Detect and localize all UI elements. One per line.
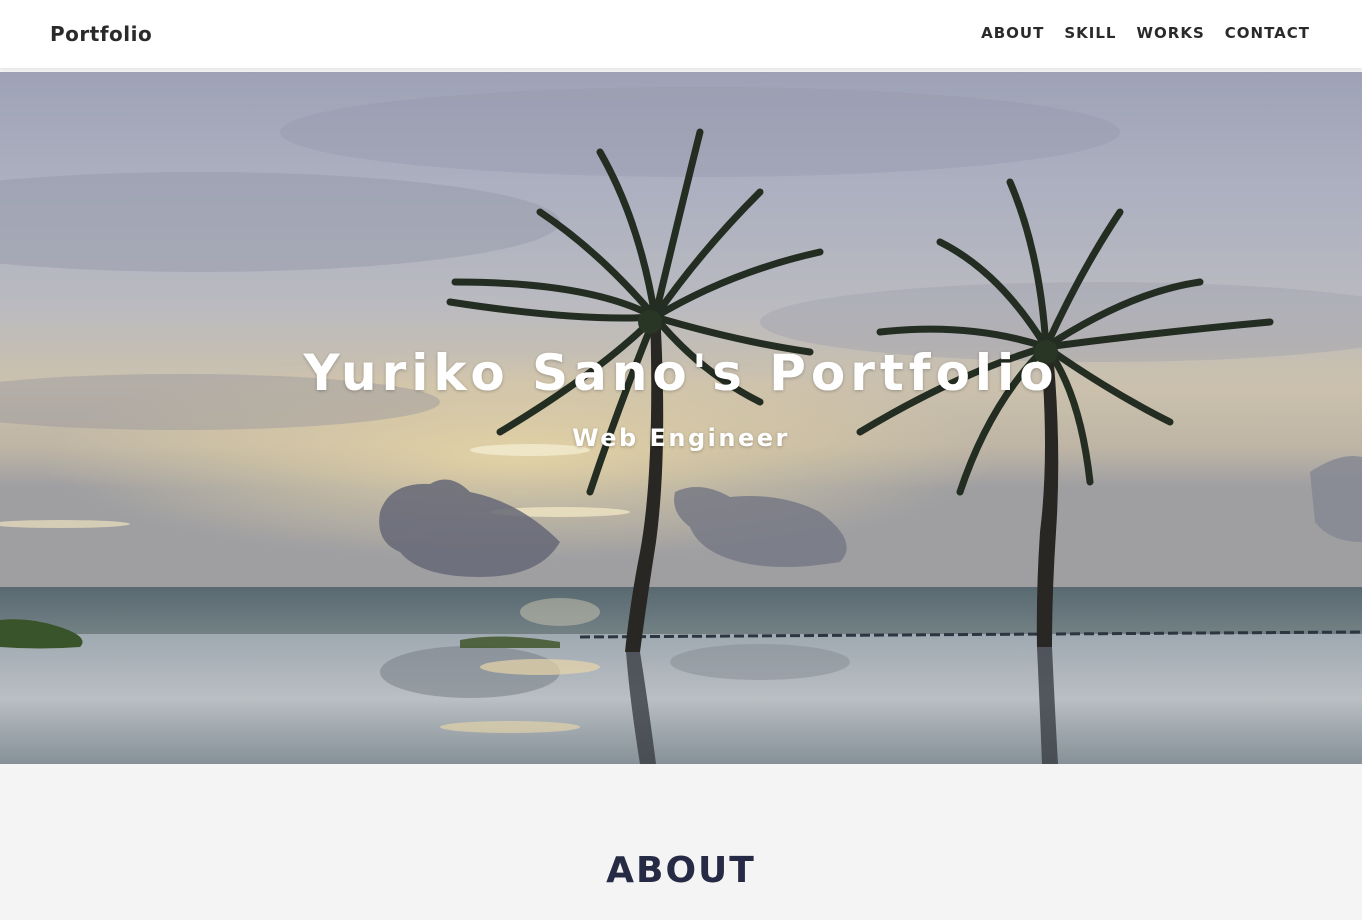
nav-link-skill[interactable]: SKILL xyxy=(1064,24,1116,42)
about-section: ABOUT xyxy=(0,764,1362,920)
brand-logo-link[interactable]: Portfolio xyxy=(50,22,152,46)
hero-title: Yuriko Sano's Portfolio xyxy=(303,344,1059,402)
nav-link-works[interactable]: WORKS xyxy=(1136,24,1204,42)
nav-link-contact[interactable]: CONTACT xyxy=(1225,24,1310,42)
hero-background-image xyxy=(0,72,1362,764)
nav-link-about[interactable]: ABOUT xyxy=(981,24,1044,42)
hero-subtitle: Web Engineer xyxy=(572,424,790,452)
about-heading: ABOUT xyxy=(606,850,756,891)
hero-section: Yuriko Sano's Portfolio Web Engineer xyxy=(0,72,1362,764)
navbar: Portfolio ABOUT SKILL WORKS CONTACT xyxy=(0,0,1362,68)
nav-links: ABOUT SKILL WORKS CONTACT xyxy=(981,24,1310,42)
